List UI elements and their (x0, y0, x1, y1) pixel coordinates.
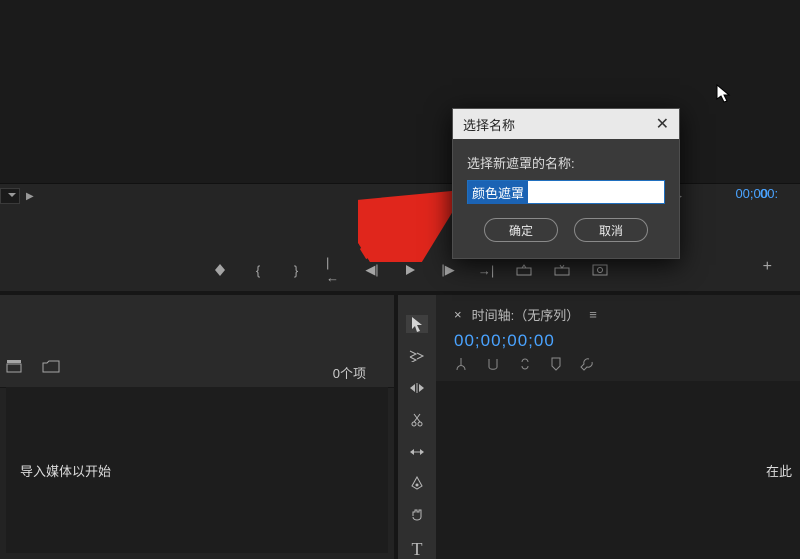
monitor-screen (0, 0, 800, 184)
project-panel: 0个项 导入媒体以开始 (0, 295, 394, 559)
brace-close-icon[interactable]: } (288, 262, 304, 278)
matte-name-value: 颜色遮罩 (468, 181, 528, 204)
transport-controls: { } |← ◀| |▶ →| (60, 258, 760, 282)
settings-wrench-icon[interactable] (580, 357, 594, 371)
linked-selection-icon[interactable] (518, 357, 532, 371)
ripple-edit-icon[interactable] (406, 379, 428, 397)
bin-icon[interactable] (42, 359, 60, 373)
razor-tool-icon[interactable] (406, 411, 428, 429)
project-item-count: 0个项 (333, 363, 366, 382)
brace-open-icon[interactable]: { (250, 262, 266, 278)
snap-insert-icon[interactable] (454, 357, 468, 371)
program-monitor-panel: ▶ ▸▸ 00;00 00: { } |← ◀| |▶ →| + (0, 0, 800, 291)
timeline-tab[interactable]: × 时间轴:（无序列） ≡ (454, 305, 597, 324)
fit-dropdown[interactable] (0, 188, 20, 204)
timeline-timecode[interactable]: 00;00;00;00 (454, 331, 555, 351)
mark-in-icon[interactable] (212, 262, 228, 278)
dialog-titlebar[interactable]: 选择名称 ✕ (453, 109, 679, 139)
timeline-toolbar (454, 357, 594, 371)
timeline-drop-hint: 在此 (766, 461, 792, 480)
type-tool-icon[interactable]: T (406, 539, 428, 559)
dialog-label: 选择新遮罩的名称: (467, 153, 665, 172)
pen-tool-icon[interactable] (406, 475, 428, 493)
mouse-cursor-icon (716, 84, 732, 104)
export-frame-icon[interactable] (592, 262, 608, 278)
monitor-timecode-far: 00: (760, 186, 800, 201)
dialog-title: 选择名称 (463, 115, 515, 134)
monitor-control-row: ▶ ▸▸ (0, 186, 800, 206)
track-select-forward-icon[interactable] (406, 347, 428, 365)
marker-add-icon[interactable] (550, 357, 562, 371)
cancel-button[interactable]: 取消 (574, 218, 648, 242)
project-panel-header: 0个项 (0, 295, 394, 388)
add-button-icon[interactable]: + (763, 258, 772, 276)
hand-tool-icon[interactable] (406, 507, 428, 525)
play-icon[interactable] (402, 262, 418, 278)
timeline-tab-label: 时间轴:（无序列） (472, 305, 580, 324)
project-drop-hint: 导入媒体以开始 (20, 461, 111, 480)
extract-icon[interactable] (554, 262, 570, 278)
timeline-panel: × 时间轴:（无序列） ≡ 00;00;00;00 在此 (436, 295, 800, 559)
selection-tool-icon[interactable] (406, 315, 428, 333)
tools-toolbar: T (398, 295, 436, 559)
snap-icon[interactable] (486, 357, 500, 371)
lift-icon[interactable] (516, 262, 532, 278)
step-back-icon[interactable]: ◀| (364, 262, 380, 278)
step-forward-icon[interactable]: |▶ (440, 262, 456, 278)
go-to-out-icon[interactable]: →| (478, 262, 494, 278)
select-name-dialog: 选择名称 ✕ 选择新遮罩的名称: 颜色遮罩 确定 取消 (452, 108, 680, 259)
close-icon[interactable]: ✕ (656, 114, 669, 134)
matte-name-input[interactable]: 颜色遮罩 (467, 180, 665, 204)
slip-tool-icon[interactable] (406, 443, 428, 461)
close-tab-icon[interactable]: × (454, 307, 462, 322)
ok-button[interactable]: 确定 (484, 218, 558, 242)
go-to-in-icon[interactable]: |← (326, 262, 342, 278)
timeline-drop-area[interactable]: 在此 (436, 381, 800, 559)
chevron-right-icon: ▶ (26, 191, 34, 202)
project-drop-area[interactable]: 导入媒体以开始 (6, 387, 388, 553)
panel-menu-icon[interactable]: ≡ (589, 307, 597, 322)
list-view-icon[interactable] (6, 359, 22, 373)
